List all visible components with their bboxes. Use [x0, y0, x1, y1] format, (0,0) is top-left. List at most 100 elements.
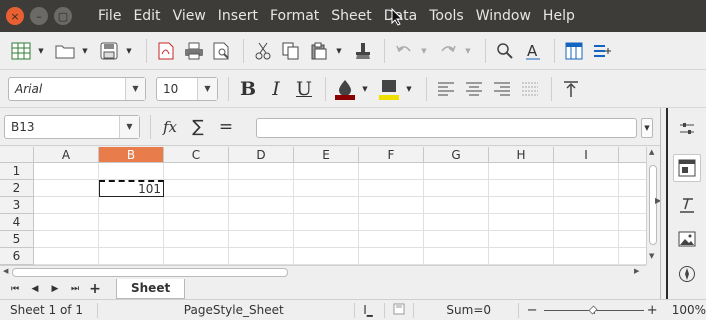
scrollbar-thumb[interactable] — [12, 268, 288, 277]
underline-button[interactable]: U — [291, 76, 317, 102]
highlight-dropdown-arrow[interactable]: ▼ — [404, 76, 414, 102]
column-header[interactable]: I — [554, 147, 619, 163]
column-header[interactable]: G — [424, 147, 489, 163]
find-replace-icon[interactable] — [492, 38, 518, 64]
row-header[interactable]: 5 — [0, 231, 34, 248]
last-sheet-icon[interactable]: ⏭ — [68, 284, 82, 294]
first-sheet-icon[interactable]: ⏮ — [8, 284, 22, 294]
save-icon[interactable] — [96, 38, 122, 64]
menu-insert[interactable]: Insert — [212, 8, 264, 24]
scroll-right-icon[interactable]: ▶ — [634, 267, 639, 275]
insert-rows-icon[interactable] — [589, 38, 615, 64]
scroll-up-icon[interactable]: ▲ — [649, 148, 654, 156]
redo-dropdown-arrow[interactable]: ▼ — [463, 38, 473, 64]
row-header[interactable]: 3 — [0, 197, 34, 214]
zoom-in-button[interactable]: + — [647, 303, 658, 318]
zoom-level[interactable]: 100% — [658, 303, 706, 317]
cell-b2[interactable]: 101 — [99, 180, 164, 197]
spelling-icon[interactable]: A — [520, 38, 546, 64]
menu-edit[interactable]: Edit — [127, 8, 166, 24]
highlight-color-icon[interactable] — [376, 76, 402, 102]
undo-dropdown-arrow[interactable]: ▼ — [419, 38, 429, 64]
column-header[interactable]: E — [294, 147, 359, 163]
column-header[interactable]: A — [34, 147, 99, 163]
page-style[interactable]: PageStyle_Sheet — [98, 302, 356, 318]
column-header-selected[interactable]: B — [99, 147, 164, 163]
align-top-icon[interactable] — [558, 76, 584, 102]
column-header[interactable]: H — [489, 147, 554, 163]
zoom-slider[interactable] — [543, 304, 644, 316]
italic-button[interactable]: I — [263, 76, 289, 102]
row-header[interactable]: 1 — [0, 163, 34, 180]
paste-icon[interactable] — [306, 38, 332, 64]
select-all-corner[interactable] — [0, 147, 34, 163]
redo-icon[interactable] — [435, 38, 461, 64]
horizontal-scrollbar[interactable]: ◀ ▶ — [0, 265, 646, 279]
new-spreadsheet-icon[interactable] — [8, 38, 34, 64]
scroll-left-icon[interactable]: ◀ — [3, 267, 8, 275]
styles-icon[interactable] — [673, 154, 701, 182]
open-dropdown-arrow[interactable]: ▼ — [80, 38, 90, 64]
font-size-box[interactable]: 10 ▼ — [156, 76, 218, 101]
insert-mode-icon[interactable]: I_ — [355, 302, 385, 318]
print-preview-icon[interactable] — [209, 38, 235, 64]
zoom-out-button[interactable]: − — [519, 303, 538, 318]
spreadsheet-grid[interactable]: A B C D E F G H I 1 2 3 4 5 6 101 — [0, 147, 646, 265]
column-header[interactable]: F — [359, 147, 424, 163]
row-header[interactable]: 2 — [0, 180, 34, 197]
align-center-icon[interactable] — [461, 76, 487, 102]
column-header[interactable]: D — [229, 147, 294, 163]
chevron-down-icon[interactable]: ▼ — [119, 115, 139, 138]
menu-tools[interactable]: Tools — [423, 8, 470, 24]
menu-view[interactable]: View — [167, 8, 212, 24]
name-box[interactable]: B13 ▼ — [4, 114, 140, 139]
chevron-down-icon[interactable]: ▼ — [197, 77, 217, 100]
sheet-tab[interactable]: Sheet — [116, 279, 186, 299]
properties-icon[interactable] — [676, 118, 698, 140]
navigator-icon[interactable] — [676, 263, 698, 285]
undo-icon[interactable] — [391, 38, 417, 64]
chevron-down-icon[interactable]: ▼ — [125, 77, 145, 100]
font-color-icon[interactable] — [332, 76, 358, 102]
menu-window[interactable]: Window — [470, 8, 537, 24]
export-pdf-icon[interactable] — [153, 38, 179, 64]
next-sheet-icon[interactable]: ▶ — [48, 284, 62, 294]
menu-help[interactable]: Help — [537, 8, 581, 24]
menu-format[interactable]: Format — [264, 8, 325, 24]
window-minimize-button[interactable]: – — [30, 7, 48, 25]
cut-icon[interactable] — [250, 38, 276, 64]
print-icon[interactable] — [181, 38, 207, 64]
formula-icon[interactable]: = — [213, 114, 239, 140]
function-wizard-icon[interactable]: fx — [157, 114, 183, 140]
column-header[interactable]: C — [164, 147, 229, 163]
copy-icon[interactable] — [278, 38, 304, 64]
zoom-slider-handle[interactable] — [588, 305, 598, 315]
formula-input[interactable] — [256, 118, 637, 138]
bold-button[interactable]: B — [235, 76, 261, 102]
cell-area[interactable] — [34, 163, 646, 265]
add-sheet-button[interactable]: + — [88, 281, 102, 297]
row-header[interactable]: 4 — [0, 214, 34, 231]
menu-sheet[interactable]: Sheet — [325, 8, 377, 24]
new-dropdown-arrow[interactable]: ▼ — [36, 38, 46, 64]
align-right-icon[interactable] — [489, 76, 515, 102]
window-close-button[interactable]: × — [6, 7, 24, 25]
paste-dropdown-arrow[interactable]: ▼ — [334, 38, 344, 64]
save-dropdown-arrow[interactable]: ▼ — [124, 38, 134, 64]
gallery-text-icon[interactable] — [676, 194, 698, 216]
align-left-icon[interactable] — [433, 76, 459, 102]
menu-file[interactable]: File — [92, 8, 127, 24]
column-header[interactable] — [619, 147, 646, 163]
window-maximize-button[interactable]: ▢ — [54, 7, 72, 25]
scroll-down-icon[interactable]: ▼ — [649, 252, 654, 260]
row-header[interactable]: 6 — [0, 248, 34, 265]
sum-icon[interactable]: ∑ — [185, 114, 211, 140]
justify-icon[interactable] — [517, 76, 543, 102]
font-color-dropdown-arrow[interactable]: ▼ — [360, 76, 370, 102]
row-column-icon[interactable] — [561, 38, 587, 64]
open-folder-icon[interactable] — [52, 38, 78, 64]
previous-sheet-icon[interactable]: ◀ — [28, 284, 42, 294]
gallery-icon[interactable] — [676, 228, 698, 250]
expand-formula-bar-button[interactable]: ▼ — [641, 118, 653, 138]
font-name-box[interactable]: Arial ▼ — [8, 76, 146, 101]
